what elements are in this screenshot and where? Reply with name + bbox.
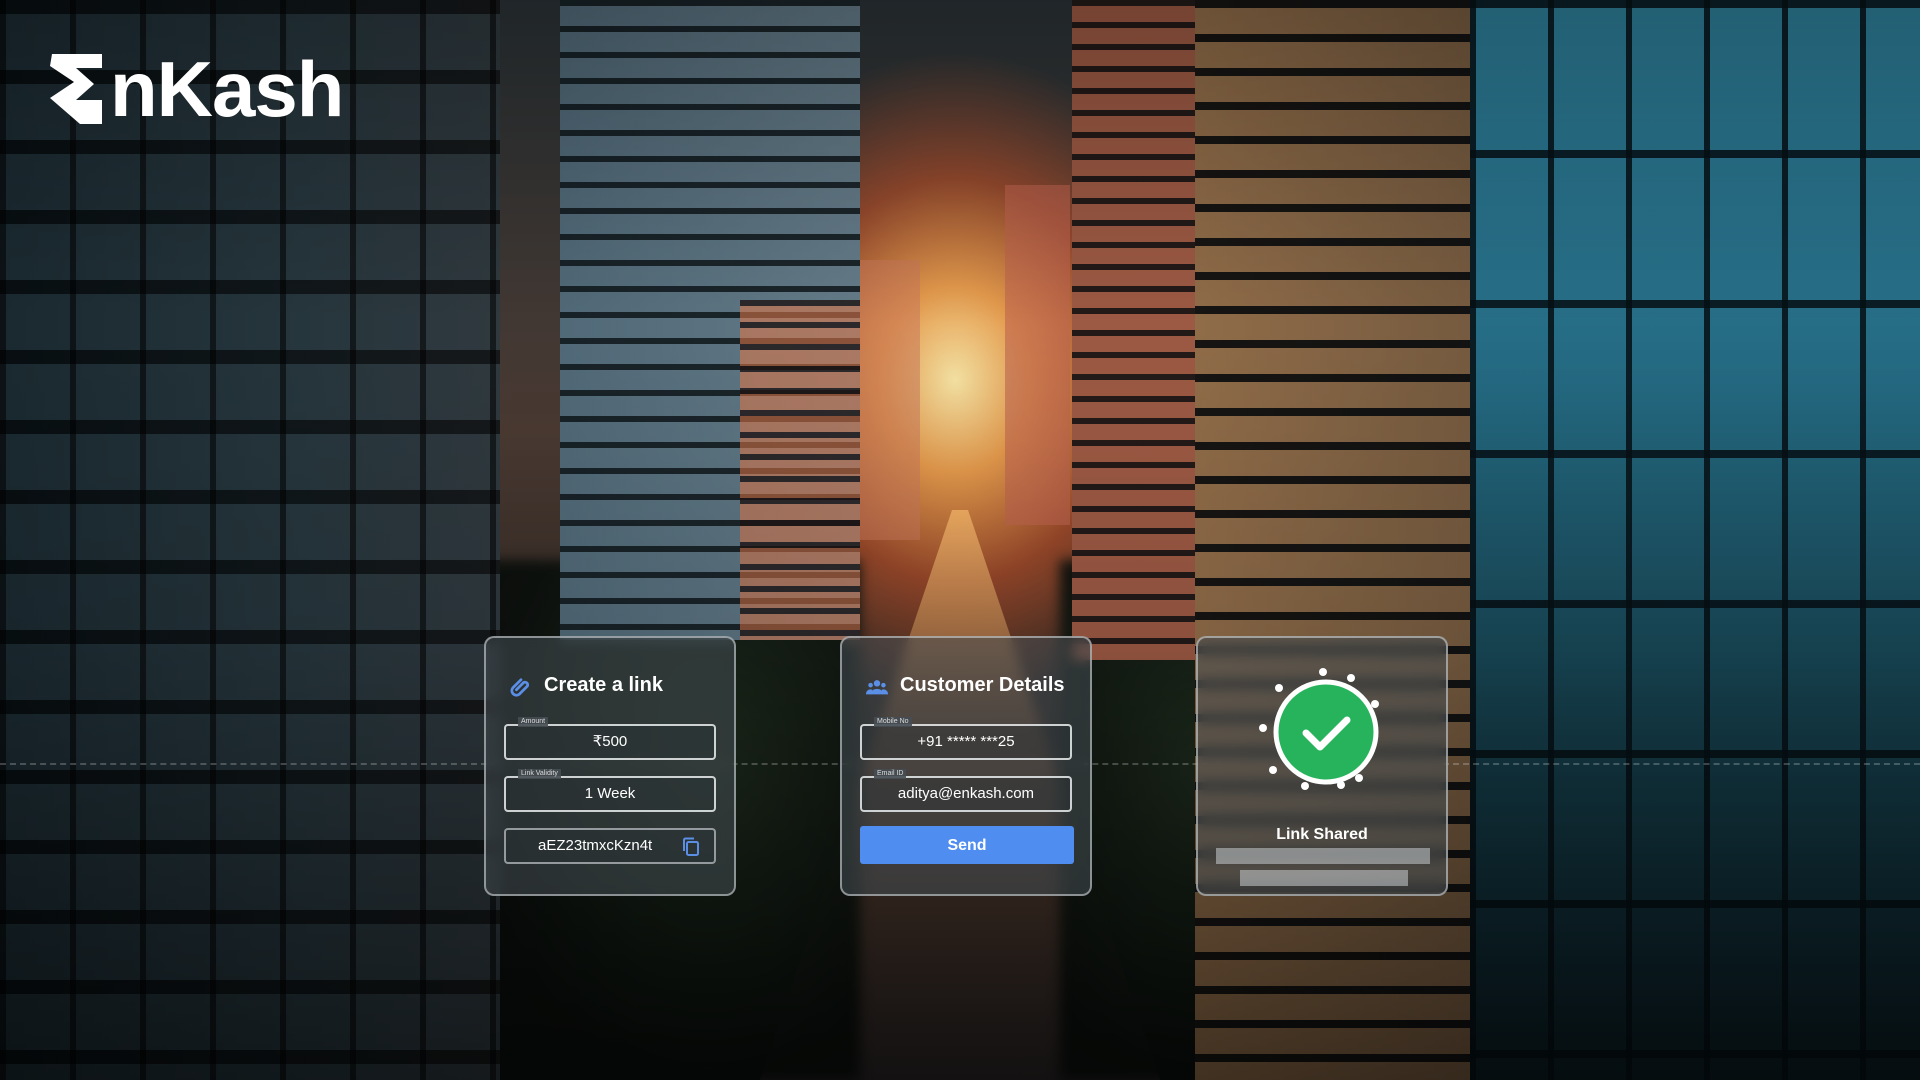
- background-cityscape: [0, 0, 1920, 1080]
- amount-label: Amount: [518, 717, 549, 727]
- send-button[interactable]: Send: [860, 826, 1074, 864]
- mobile-number-field[interactable]: Mobile No +91 ***** ***25: [860, 717, 1072, 760]
- enkash-logo: nKash: [46, 45, 344, 133]
- check-circle-icon: [1259, 668, 1379, 790]
- customer-details-title: Customer Details: [900, 674, 1065, 696]
- vignette-overlay: [0, 0, 1920, 1080]
- copy-icon[interactable]: [682, 837, 700, 857]
- generated-link-code: aEZ23tmxcKzn4t: [538, 837, 653, 854]
- amount-value: ₹500: [592, 733, 628, 750]
- paperclip-icon: [510, 678, 530, 697]
- email-field[interactable]: Email ID aditya@enkash.com: [860, 769, 1072, 812]
- customer-details-card: Customer Details Mobile No +91 ***** ***…: [840, 636, 1092, 896]
- mobile-number-label: Mobile No: [874, 717, 912, 727]
- create-link-title: Create a link: [544, 674, 663, 696]
- amount-field[interactable]: Amount ₹500: [504, 717, 716, 760]
- mobile-number-value: +91 ***** ***25: [917, 733, 1015, 750]
- email-value: aditya@enkash.com: [897, 785, 1035, 802]
- email-label: Email ID: [874, 769, 907, 779]
- link-shared-card: Link Shared: [1196, 636, 1448, 896]
- placeholder-bar: [1240, 870, 1408, 886]
- enkash-logo-mark-icon: [50, 54, 102, 124]
- link-validity-field[interactable]: Link Validity 1 Week: [504, 769, 716, 812]
- link-shared-status: Link Shared: [1276, 826, 1368, 843]
- link-validity-label: Link Validity: [518, 769, 561, 779]
- users-icon: [866, 680, 888, 695]
- link-validity-value: 1 Week: [584, 785, 636, 802]
- placeholder-bar: [1216, 848, 1430, 864]
- logo-text: nKash: [110, 45, 344, 133]
- create-link-card: Create a link Amount ₹500 Link Validity …: [484, 636, 736, 896]
- generated-link-field[interactable]: aEZ23tmxcKzn4t: [504, 828, 716, 864]
